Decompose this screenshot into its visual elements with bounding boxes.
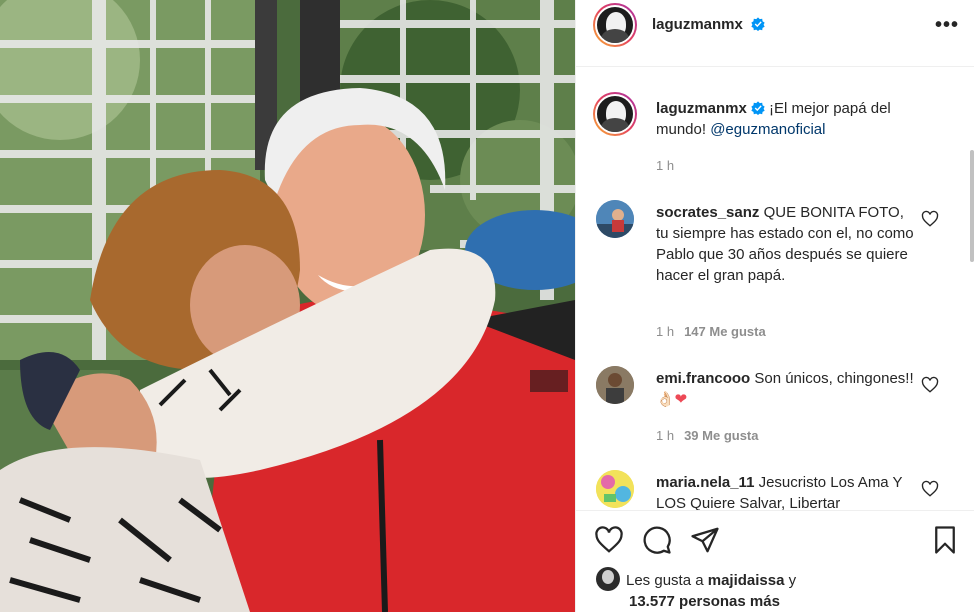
comment-likes[interactable]: 39 Me gusta <box>684 428 758 443</box>
caption-time[interactable]: 1 h <box>656 158 674 173</box>
author-avatar[interactable] <box>593 3 637 47</box>
commenter-avatar[interactable] <box>596 470 634 508</box>
likes-summary: Les gusta a majidaissa y 13.577 personas… <box>596 567 936 612</box>
author-username-link[interactable]: laguzmanmx <box>652 16 743 33</box>
post-header: laguzmanmx ••• <box>576 0 974 67</box>
post-sidebar: laguzmanmx ••• laguzmanmx ¡El mejor papá… <box>575 0 974 612</box>
comment-username[interactable]: socrates_sanz <box>656 204 759 221</box>
caption-text: laguzmanmx ¡El mejor papá del mundo! @eg… <box>656 98 916 140</box>
instagram-post-view: laguzmanmx ••• laguzmanmx ¡El mejor papá… <box>0 0 974 612</box>
comment-like-heart-icon[interactable] <box>921 480 939 498</box>
commenter-avatar[interactable] <box>596 366 634 404</box>
comment-meta: 1 h 147 Me gusta <box>656 324 766 339</box>
avatar-image <box>596 470 634 508</box>
photo-illustration <box>0 0 575 612</box>
likes-prefix: Les gusta a <box>626 572 704 589</box>
bookmark-icon[interactable] <box>930 525 960 555</box>
verified-badge-icon <box>751 17 765 31</box>
post-actions: Les gusta a majidaissa y 13.577 personas… <box>576 510 974 612</box>
caption-username[interactable]: laguzmanmx <box>656 100 747 117</box>
comment-like-heart-icon[interactable] <box>921 376 939 394</box>
more-options-button[interactable]: ••• <box>935 14 959 37</box>
liker-username[interactable]: majidaissa <box>708 572 785 589</box>
post-photo[interactable] <box>0 0 575 612</box>
comment-time[interactable]: 1 h <box>656 428 674 443</box>
likes-conj: y <box>788 572 797 589</box>
comment-like-heart-icon[interactable] <box>921 210 939 228</box>
avatar-image <box>596 200 634 238</box>
comments-scrollbar[interactable] <box>970 150 974 262</box>
comment-username[interactable]: maria.nela_11 <box>656 474 754 491</box>
comment-username[interactable]: emi.francooo <box>656 370 750 387</box>
share-icon[interactable] <box>690 525 720 555</box>
comment-emoji: 👌🏻❤ <box>656 391 688 408</box>
comment-meta: 1 h 39 Me gusta <box>656 428 759 443</box>
author-username[interactable]: laguzmanmx <box>652 16 765 33</box>
likes-count[interactable]: 13.577 personas más <box>596 591 936 612</box>
commenter-avatar[interactable] <box>596 200 634 238</box>
verified-badge-icon <box>751 101 765 115</box>
comment-text: socrates_sanz QUE BONITA FOTO, tu siempr… <box>656 202 916 286</box>
avatar-image <box>596 366 634 404</box>
comment-text: maria.nela_11 Jesucristo Los Ama Y LOS Q… <box>656 472 916 510</box>
comments-list[interactable]: laguzmanmx ¡El mejor papá del mundo! @eg… <box>576 68 974 510</box>
heart-icon[interactable] <box>594 525 624 555</box>
comment-text: emi.francooo Son únicos, chingones!! 👌🏻❤ <box>656 368 916 410</box>
comment-body: Son únicos, chingones!! <box>754 370 914 387</box>
comment-likes[interactable]: 147 Me gusta <box>684 324 766 339</box>
comment-time[interactable]: 1 h <box>656 324 674 339</box>
comment-icon[interactable] <box>642 525 672 555</box>
liker-avatar[interactable] <box>596 567 620 591</box>
caption-avatar[interactable] <box>593 92 637 136</box>
caption-mention[interactable]: @eguzmanoficial <box>710 121 825 138</box>
